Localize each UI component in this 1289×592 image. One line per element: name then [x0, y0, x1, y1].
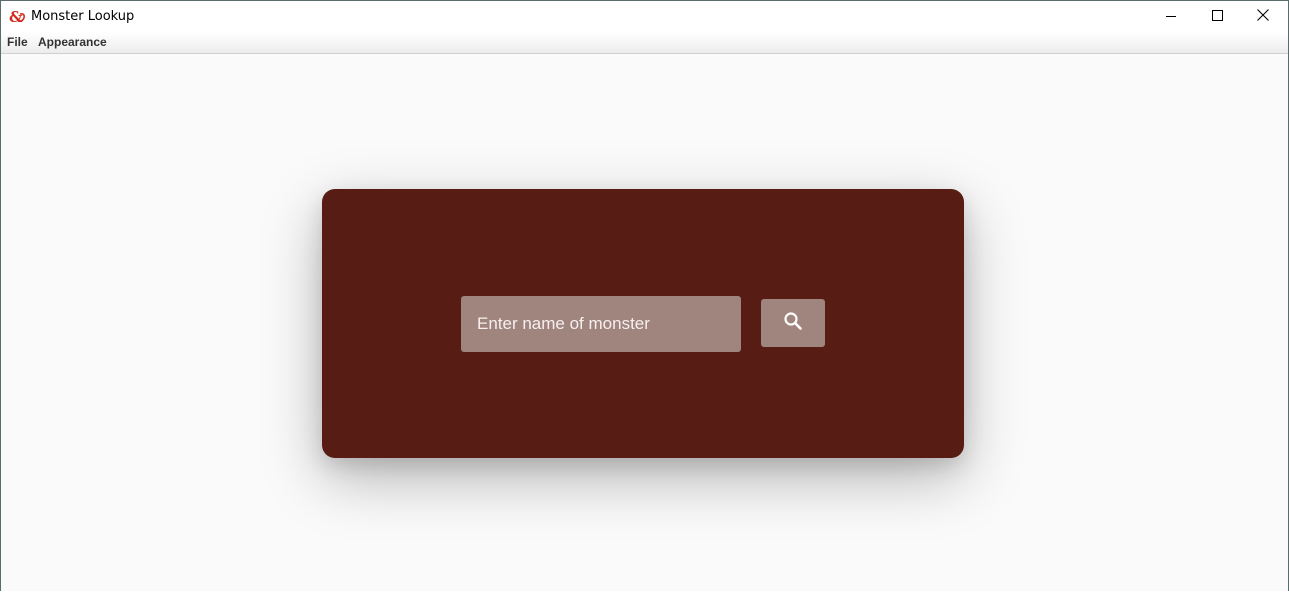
close-icon: [1257, 8, 1269, 26]
menu-file[interactable]: File: [7, 35, 28, 49]
maximize-button[interactable]: [1194, 1, 1240, 32]
search-card: [322, 189, 964, 458]
minimize-icon: [1166, 8, 1176, 26]
maximize-icon: [1211, 8, 1223, 26]
menu-bar: File Appearance: [1, 32, 1288, 54]
app-window: & Monster Lookup File Appearance: [0, 0, 1289, 591]
window-title: Monster Lookup: [31, 9, 135, 24]
search-button[interactable]: [761, 299, 825, 347]
search-icon: [783, 311, 803, 336]
minimize-button[interactable]: [1148, 1, 1194, 32]
close-button[interactable]: [1240, 1, 1286, 32]
main-content: [1, 54, 1288, 591]
monster-search-input[interactable]: [461, 296, 741, 352]
menu-appearance[interactable]: Appearance: [38, 35, 107, 49]
svg-text:&: &: [9, 8, 23, 25]
title-bar[interactable]: & Monster Lookup: [1, 1, 1288, 32]
dnd-ampersand-icon: &: [9, 8, 26, 26]
